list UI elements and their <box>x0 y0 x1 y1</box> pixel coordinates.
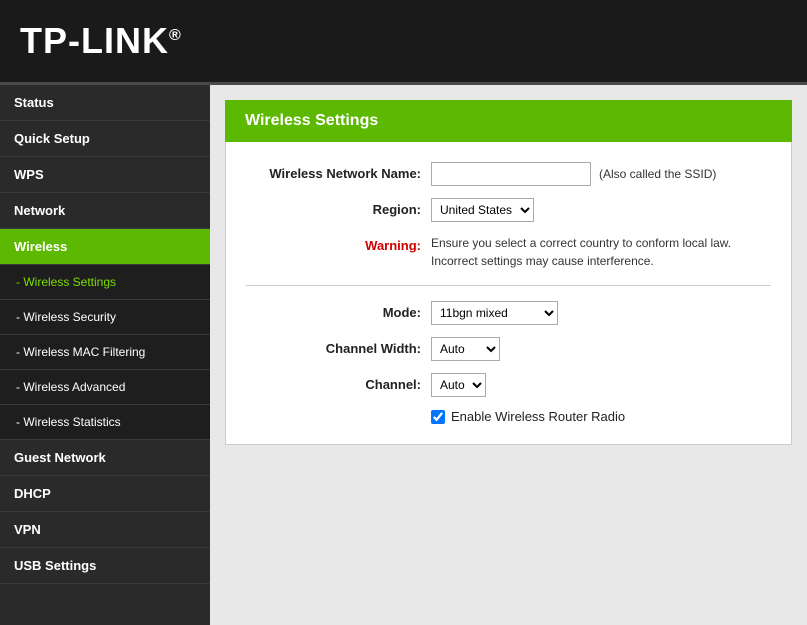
sidebar-item-network[interactable]: Network <box>0 193 210 229</box>
network-name-label: Wireless Network Name: <box>246 162 431 181</box>
sidebar-item-wireless-settings[interactable]: - Wireless Settings <box>0 265 210 300</box>
sidebar-item-usb-settings[interactable]: USB Settings <box>0 548 210 584</box>
network-name-control: (Also called the SSID) <box>431 162 771 186</box>
channel-select[interactable]: Auto 1234 5678 91011 <box>431 373 486 397</box>
sidebar-item-wireless-statistics[interactable]: - Wireless Statistics <box>0 405 210 440</box>
divider <box>246 285 771 286</box>
region-select[interactable]: United States Canada Europe Australia Ch… <box>431 198 534 222</box>
warning-control: Ensure you select a correct country to c… <box>431 234 771 270</box>
sidebar-item-quick-setup[interactable]: Quick Setup <box>0 121 210 157</box>
sidebar-item-status[interactable]: Status <box>0 85 210 121</box>
ssid-note: (Also called the SSID) <box>599 167 716 181</box>
main-layout: StatusQuick SetupWPSNetworkWireless- Wir… <box>0 85 807 625</box>
channel-width-row: Channel Width: Auto 20MHz 40MHz <box>246 337 771 361</box>
region-row: Region: United States Canada Europe Aust… <box>246 198 771 222</box>
mode-row: Mode: 11bgn mixed 11bg mixed 11b only 11… <box>246 301 771 325</box>
network-name-input[interactable] <box>431 162 591 186</box>
channel-width-control: Auto 20MHz 40MHz <box>431 337 771 361</box>
logo-text: TP-LINK <box>20 20 169 61</box>
mode-label: Mode: <box>246 301 431 320</box>
sidebar-item-wireless-security[interactable]: - Wireless Security <box>0 300 210 335</box>
content-area: Wireless Settings Wireless Network Name:… <box>210 85 807 625</box>
sidebar-item-dhcp[interactable]: DHCP <box>0 476 210 512</box>
sidebar-item-wireless-advanced[interactable]: - Wireless Advanced <box>0 370 210 405</box>
mode-select[interactable]: 11bgn mixed 11bg mixed 11b only 11g only… <box>431 301 558 325</box>
channel-width-label: Channel Width: <box>246 337 431 356</box>
channel-row: Channel: Auto 1234 5678 91011 <box>246 373 771 397</box>
channel-label: Channel: <box>246 373 431 392</box>
region-control: United States Canada Europe Australia Ch… <box>431 198 771 222</box>
sidebar-item-wireless[interactable]: Wireless <box>0 229 210 265</box>
sidebar-item-guest-network[interactable]: Guest Network <box>0 440 210 476</box>
channel-control: Auto 1234 5678 91011 <box>431 373 771 397</box>
sidebar: StatusQuick SetupWPSNetworkWireless- Wir… <box>0 85 210 625</box>
network-name-row: Wireless Network Name: (Also called the … <box>246 162 771 186</box>
logo-reg: ® <box>169 27 182 44</box>
warning-row: Warning: Ensure you select a correct cou… <box>246 234 771 270</box>
enable-radio-row: Enable Wireless Router Radio <box>246 409 771 424</box>
logo: TP-LINK® <box>20 20 182 62</box>
page-title: Wireless Settings <box>245 112 772 130</box>
region-label: Region: <box>246 198 431 217</box>
page-title-bar: Wireless Settings <box>225 100 792 142</box>
sidebar-item-wireless-mac[interactable]: - Wireless MAC Filtering <box>0 335 210 370</box>
header: TP-LINK® <box>0 0 807 85</box>
enable-radio-checkbox[interactable] <box>431 410 445 424</box>
sidebar-item-wps[interactable]: WPS <box>0 157 210 193</box>
enable-radio-label: Enable Wireless Router Radio <box>451 409 625 424</box>
sidebar-item-vpn[interactable]: VPN <box>0 512 210 548</box>
warning-text: Ensure you select a correct country to c… <box>431 234 771 270</box>
channel-width-select[interactable]: Auto 20MHz 40MHz <box>431 337 500 361</box>
settings-form: Wireless Network Name: (Also called the … <box>225 142 792 445</box>
warning-label-cell: Warning: <box>246 234 431 253</box>
warning-label-text: Warning: <box>365 238 421 253</box>
mode-control: 11bgn mixed 11bg mixed 11b only 11g only… <box>431 301 771 325</box>
